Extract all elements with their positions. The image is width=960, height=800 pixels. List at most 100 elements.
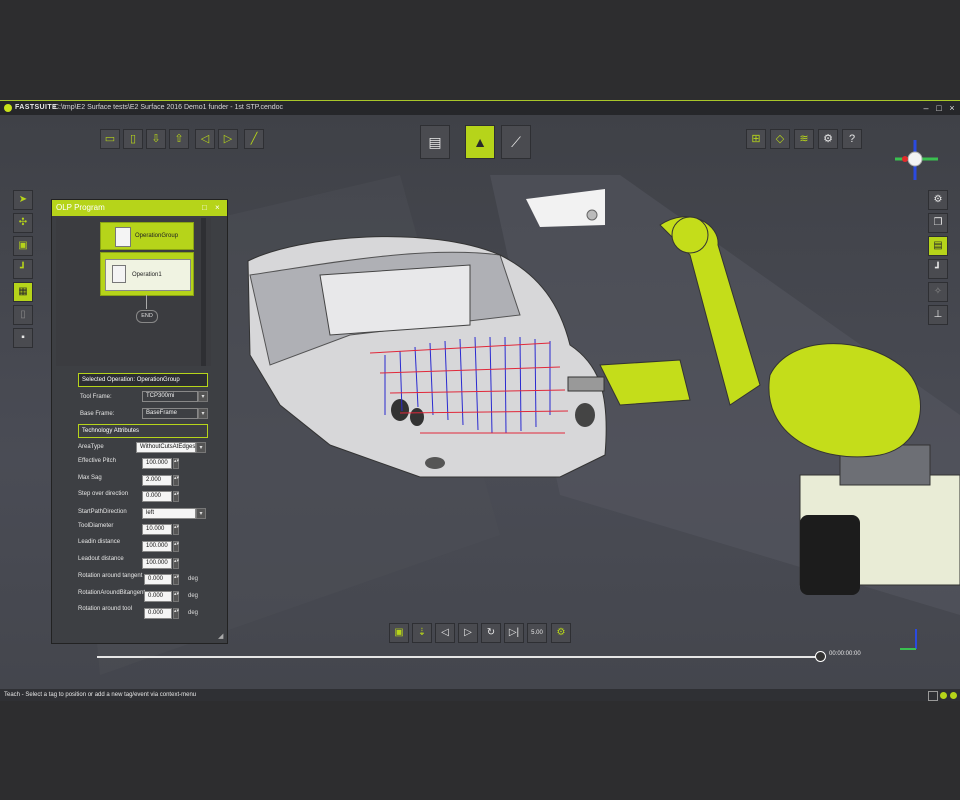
select-tool-button[interactable]: ➤ [13,190,33,210]
loop-button[interactable]: ↻ [481,623,501,643]
leadout-distance-label: Leadout distance [78,556,124,562]
program-tree: OperationGroup Operation1 END [56,218,211,366]
start-path-dropdown-icon[interactable]: ▾ [196,508,206,519]
leadin-distance-input[interactable]: 100.000 [142,541,172,552]
import-button[interactable]: ⇩ [146,129,166,149]
operation1-label: Operation1 [132,272,162,278]
effective-pitch-input[interactable]: 100.000 [142,458,172,469]
tool-frame-dropdown-icon[interactable]: ▾ [198,391,208,402]
panel-close-button[interactable]: × [215,200,220,216]
document-button[interactable]: ▯ [13,305,33,325]
timeline-handle[interactable] [815,651,826,662]
max-sag-label: Max Sag [78,475,102,481]
grid-view-button[interactable]: ⊞ [746,129,766,149]
copy-icon[interactable]: ❐ [928,213,948,233]
start-path-direction-select[interactable]: left [142,508,196,519]
view-orientation-gizmo[interactable] [895,140,938,180]
olp-program-button[interactable]: ▦ [13,282,33,302]
robot-tool [567,376,605,392]
rotation-tangent-stepper[interactable]: ▴▾ [173,574,179,585]
program-edit-button[interactable]: ▣ [13,236,33,256]
rotation-bitangent-input[interactable]: 0.000 [144,591,172,602]
technology-attributes-header: Technology Attributes [78,424,208,438]
settings-gear-icon[interactable]: ⚙ [818,129,838,149]
car-cabin [319,264,471,336]
operation1-node[interactable]: Operation1 [100,252,194,296]
leadout-distance-input[interactable]: 100.000 [142,558,172,569]
robot-wheel [800,515,860,595]
tree-scrollbar[interactable] [201,218,206,366]
rotation-tool-stepper[interactable]: ▴▾ [173,608,179,619]
base-frame-select[interactable]: BaseFrame [142,408,198,419]
effective-pitch-stepper[interactable]: ▴▾ [173,458,179,469]
layout-mode-button[interactable]: ▤ [420,125,450,159]
tool-diameter-input[interactable]: 10.000 [142,524,172,535]
robot-elbow-joint [671,216,709,254]
close-button[interactable]: × [946,101,958,115]
measure-button[interactable]: ╱ [244,129,264,149]
app-logo-icon [4,104,12,112]
robot-tool-button[interactable]: ✣ [13,213,33,233]
end-node[interactable]: END [136,310,158,323]
resize-grip-icon[interactable]: ◢ [218,632,223,640]
rotation-tool-unit: deg [188,610,199,616]
step-over-stepper[interactable]: ▴▾ [173,491,179,502]
step-marker-button[interactable]: ⇣ [412,623,432,643]
max-sag-stepper[interactable]: ▴▾ [173,475,179,486]
base-frame-dropdown-icon[interactable]: ▾ [198,408,208,419]
panel-title-bar: OLP Program □ × [52,200,227,216]
area-type-select[interactable]: WithoutCutsAtEdges [136,442,196,453]
leadout-distance-stepper[interactable]: ▴▾ [173,558,179,569]
save-state-button[interactable]: ▪ [13,328,33,348]
settings-icon[interactable]: ⚙ [928,190,948,210]
area-type-dropdown-icon[interactable]: ▾ [196,442,206,453]
operation-group-label: OperationGroup [135,233,179,239]
fixture-bolt [586,209,598,221]
maximize-button[interactable]: □ [933,101,945,115]
tool-frame-select[interactable]: TCP300mi [142,391,198,402]
export-button[interactable]: ⇧ [169,129,189,149]
help-button[interactable]: ? [842,129,862,149]
layers-button[interactable]: ≋ [794,129,814,149]
frame-tool-button[interactable]: ┛ [13,259,33,279]
olp-program-panel: OLP Program □ × OperationGroup Operation… [51,199,228,644]
operation-group-icon [115,227,131,247]
step-over-input[interactable]: 0.000 [142,491,172,502]
rotation-tool-input[interactable]: 0.000 [144,608,172,619]
cube-view-button[interactable]: ◇ [770,129,790,149]
open-file-button[interactable]: ▭ [100,129,120,149]
axes-icon[interactable]: ⊥ [928,305,948,325]
analysis-mode-button[interactable]: ⟋ [501,125,531,159]
status-text: Teach - Select a tag to position or add … [4,692,197,698]
panel-restore-button[interactable]: □ [202,200,207,216]
document-icon[interactable]: ▤ [928,236,948,256]
step-back-button[interactable]: ◁ [435,623,455,643]
timeline-track[interactable] [97,656,819,658]
status-bar: Teach - Select a tag to position or add … [0,689,960,701]
playback-speed[interactable]: 5.00 [527,623,547,643]
operation-group-node[interactable]: OperationGroup [100,222,194,250]
playback-settings-icon[interactable]: ⚙ [551,623,571,643]
redo-button[interactable]: ▷ [218,129,238,149]
undo-button[interactable]: ◁ [195,129,215,149]
rotation-bitangent-stepper[interactable]: ▴▾ [173,591,179,602]
program-mode-button[interactable]: ▲ [465,125,495,159]
axis-triad-small [900,629,917,650]
3d-viewport[interactable]: ▭ ▯ ⇩ ⇧ ◁ ▷ ╱ ▤ ▲ ⟋ ⊞ ◇ ≋ ⚙ ? ➤ ✣ ▣ ┛ ▦ … [0,115,960,689]
leadin-distance-stepper[interactable]: ▴▾ [173,541,179,552]
max-sag-input[interactable]: 2.000 [142,475,172,486]
step-forward-button[interactable]: ▷| [504,623,524,643]
rotation-tangent-input[interactable]: 0.000 [144,574,172,585]
car-grille [425,457,445,469]
tool-diameter-stepper[interactable]: ▴▾ [173,524,179,535]
status-indicator-2 [950,692,957,699]
tool-diameter-label: ToolDiameter [78,523,114,529]
rotation-bitangent-unit: deg [188,593,199,599]
play-button[interactable]: ▷ [458,623,478,643]
teach-mode-button[interactable]: ▣ [389,623,409,643]
teach-icon[interactable]: ✧ [928,282,948,302]
step-over-label: Step over direction [78,491,129,497]
save-file-button[interactable]: ▯ [123,129,143,149]
frame-icon[interactable]: ┛ [928,259,948,279]
minimize-button[interactable]: – [920,101,932,115]
